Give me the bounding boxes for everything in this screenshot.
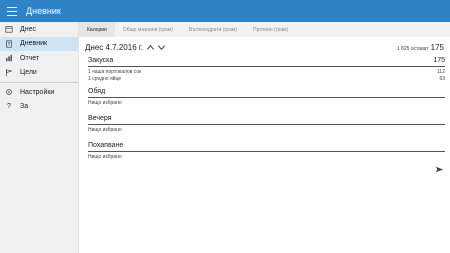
meal-lunch[interactable]: Обяд Нищо избрано	[88, 88, 445, 107]
metric-tabs: Калории Общо мазнини (грам) Въглехидрати…	[79, 22, 450, 37]
list-item[interactable]: 1 средно яйце 63	[88, 76, 445, 83]
meal-header: Вечеря	[88, 115, 445, 125]
chart-icon	[4, 53, 14, 63]
app-title: Дневник	[26, 6, 61, 16]
tab-total-fat[interactable]: Общо мазнини (грам)	[115, 22, 181, 37]
meal-header: Обяд	[88, 88, 445, 98]
title-bar: Дневник	[0, 0, 450, 22]
meal-breakfast[interactable]: Закуска 175 1 чаша портокалов сок 112 1 …	[88, 57, 445, 82]
chevron-down-icon[interactable]	[157, 43, 166, 52]
meal-header: Закуска 175	[88, 57, 445, 67]
calendar-icon	[4, 24, 14, 34]
remaining-label: 1 825 остават	[396, 46, 429, 52]
meal-dinner[interactable]: Вечеря Нищо избрано	[88, 115, 445, 134]
list-item: Нищо избрано	[88, 127, 445, 134]
sidebar-item-label: Отчет	[20, 54, 40, 62]
flag-icon	[4, 68, 14, 78]
tab-protein[interactable]: Протеин (грам)	[245, 22, 296, 37]
empty-label: Нищо избрано	[88, 100, 122, 106]
sidebar-item-report[interactable]: Отчет	[0, 51, 78, 66]
empty-label: Нищо избрано	[88, 127, 122, 133]
sidebar-item-journal[interactable]: Дневник	[0, 36, 78, 51]
send-icon[interactable]	[435, 165, 444, 174]
meal-name: Обяд	[88, 88, 106, 95]
gear-icon	[4, 87, 14, 97]
meal-header: Похапване	[88, 142, 445, 152]
sidebar-item-label: За	[20, 103, 29, 111]
sidebar-item-label: Настройки	[20, 88, 55, 96]
meal-snack[interactable]: Похапване Нищо избрано	[88, 142, 445, 161]
calories-remaining: 1 825 остават 175	[397, 43, 444, 52]
question-icon: ?	[7, 103, 11, 111]
sidebar-item-label: Днес	[20, 25, 36, 33]
sidebar-item-label: Цели	[20, 69, 37, 77]
food-calories: 63	[439, 75, 445, 82]
remaining-value: 175	[430, 43, 444, 52]
chevron-up-icon[interactable]	[146, 43, 155, 52]
sidebar: Днес Дневник Отчет Цели Настройки ? За	[0, 22, 79, 253]
date-row: Днес 4.7.2016 г.	[85, 43, 166, 52]
sidebar-item-today[interactable]: Днес	[0, 22, 78, 37]
food-name: 1 средно яйце	[88, 75, 122, 82]
sidebar-item-goals[interactable]: Цели	[0, 66, 78, 81]
hamburger-menu-icon[interactable]	[2, 0, 22, 22]
meal-name: Закуска	[88, 57, 114, 64]
sidebar-divider	[0, 82, 78, 83]
sidebar-item-settings[interactable]: Настройки	[0, 85, 78, 100]
tab-carbs[interactable]: Въглехидрати (грам)	[181, 22, 245, 37]
journal-icon	[4, 39, 14, 49]
empty-label: Нищо избрано	[88, 154, 122, 160]
date-label: Днес 4.7.2016 г.	[85, 43, 144, 52]
list-item: Нищо избрано	[88, 100, 445, 107]
sidebar-item-about[interactable]: ? За	[0, 100, 78, 115]
journal-panel: Днес 4.7.2016 г. 1 825 остават 175 Закус…	[79, 37, 450, 253]
tab-calories[interactable]: Калории	[79, 22, 115, 37]
list-item: Нищо избрано	[88, 154, 445, 161]
meal-name: Похапване	[88, 142, 124, 149]
meal-name: Вечеря	[88, 115, 112, 122]
sidebar-item-label: Дневник	[20, 40, 48, 48]
meal-total: 175	[433, 57, 445, 64]
